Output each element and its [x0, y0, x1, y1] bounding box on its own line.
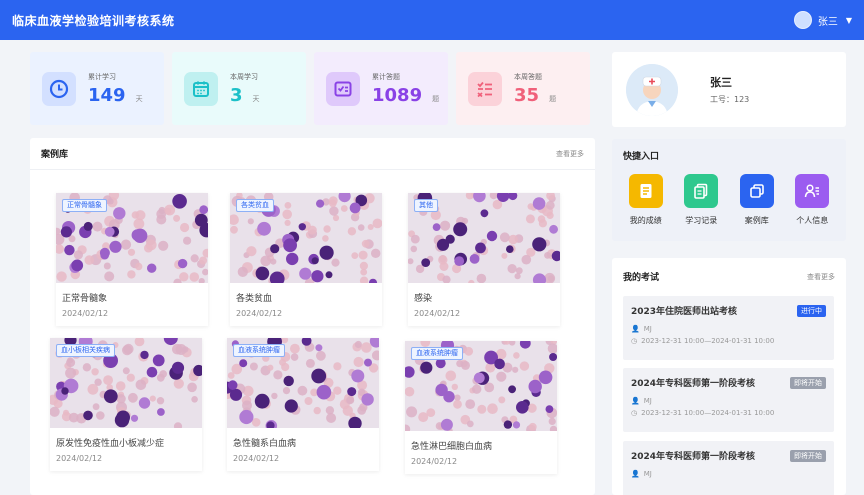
exam-creator: MJ	[643, 325, 652, 333]
exam-creator: MJ	[643, 397, 652, 405]
case-date: 2024/02/12	[414, 309, 461, 318]
case-card[interactable]: 正常骨髓象 正常骨髓象 2024/02/12	[56, 193, 208, 326]
doctor-avatar-icon	[626, 63, 678, 116]
top-bar: 临床血液学检验培训考核系统 张三 ▼	[0, 0, 864, 40]
case-name: 原发性免疫性血小板减少症	[56, 439, 165, 449]
report-icon[interactable]	[628, 174, 663, 208]
quick-personal-info[interactable]: 个人信息	[795, 174, 830, 226]
app-title: 临床血液学检验培训考核系统	[12, 13, 175, 28]
stat-unit: 题	[432, 94, 440, 103]
clock-icon	[42, 71, 76, 106]
exam-item[interactable]: 2024年专科医师第一阶段考核 即将开始 👤 MJ	[623, 441, 834, 495]
exam-item[interactable]: 2023年住院医师出站考核 进行中 👤 MJ ◷ 2023-12-31 10:00—…	[623, 296, 834, 360]
calendar-icon	[184, 71, 218, 106]
case-image: 各类贫血	[230, 193, 382, 283]
case-date: 2024/02/12	[56, 454, 103, 463]
quick-study-records[interactable]: 学习记录	[684, 174, 719, 226]
case-image: 血液系统肿瘤	[405, 341, 557, 431]
view-more-link[interactable]: 查看更多	[807, 272, 835, 282]
library-icon[interactable]	[739, 174, 774, 208]
stat-total-study: 累计学习 149 天	[30, 52, 164, 125]
user-icon: 👤	[631, 470, 640, 478]
case-name: 正常骨髓象	[62, 294, 108, 304]
quick-label: 个人信息	[796, 216, 829, 225]
panel-title: 我的考试	[623, 273, 660, 283]
case-tag: 血小板相关疾病	[56, 344, 115, 357]
case-name: 急性淋巴细胞白血病	[411, 442, 493, 452]
user-menu[interactable]: 张三 ▼	[793, 11, 852, 29]
task-list-icon	[468, 71, 502, 106]
stats-row: 累计学习 149 天 本周学习 3天 累计答题 1089 题 本周答题 35 题	[30, 52, 590, 125]
case-image: 血小板相关疾病	[50, 338, 202, 428]
exam-time: 2023-12-31 10:00—2024-01-31 10:00	[641, 409, 775, 417]
view-more-link[interactable]: 查看更多	[556, 149, 584, 159]
stat-value: 1089	[372, 84, 423, 106]
exam-title: 2024年专科医师第一阶段考核	[631, 379, 756, 389]
stat-label: 累计学习	[88, 72, 116, 81]
panel-title: 快捷入口	[623, 152, 660, 162]
stat-value: 149	[88, 84, 126, 106]
case-card[interactable]: 各类贫血 各类贫血 2024/02/12	[230, 193, 382, 326]
stat-label: 本周学习	[230, 72, 258, 81]
stat-unit: 天	[135, 94, 143, 103]
panel-title: 案例库	[41, 150, 69, 160]
case-card[interactable]: 其他 感染 2024/02/12	[408, 193, 560, 326]
case-image: 血液系统肿瘤	[227, 338, 379, 428]
user-icon: 👤	[631, 325, 640, 333]
case-tag: 各类贫血	[236, 199, 274, 212]
stat-week-study: 本周学习 3天	[172, 52, 306, 125]
case-tag: 血液系统肿瘤	[411, 347, 463, 360]
case-name: 急性髓系白血病	[233, 439, 297, 449]
exam-time: 2023-12-31 10:00—2024-01-31 10:00	[641, 337, 775, 345]
quick-label: 我的成绩	[629, 216, 662, 225]
checklist-icon	[326, 71, 360, 106]
status-badge: 即将开始	[790, 449, 826, 462]
case-card[interactable]: 血液系统肿瘤 急性淋巴细胞白血病 2024/02/12	[405, 341, 557, 474]
stat-label: 累计答题	[372, 72, 400, 81]
exam-creator: MJ	[643, 470, 652, 478]
case-card[interactable]: 血液系统肿瘤 急性髓系白血病 2024/02/12	[227, 338, 379, 471]
exam-title: 2024年专科医师第一阶段考核	[631, 452, 756, 462]
status-badge: 进行中	[797, 304, 826, 317]
stat-value: 35	[514, 84, 540, 106]
profile-name: 张三	[710, 76, 732, 89]
clock-icon: ◷	[631, 409, 638, 417]
quick-case-library[interactable]: 案例库	[739, 174, 774, 226]
stat-unit: 天	[252, 94, 260, 103]
profile-card: 张三 工号：123	[612, 52, 846, 127]
case-image: 正常骨髓象	[56, 193, 208, 283]
quick-label: 学习记录	[685, 216, 718, 225]
stat-total-answers: 累计答题 1089 题	[314, 52, 448, 125]
case-date: 2024/02/12	[62, 309, 109, 318]
exam-item[interactable]: 2024年专科医师第一阶段考核 即将开始 👤 MJ ◷ 2023-12-31 10:…	[623, 368, 834, 432]
stat-label: 本周答题	[514, 72, 542, 81]
case-name: 各类贫血	[236, 294, 273, 304]
case-tag: 其他	[414, 199, 438, 212]
profile-job-id: 工号：123	[710, 95, 750, 104]
case-card[interactable]: 血小板相关疾病 原发性免疫性血小板减少症 2024/02/12	[50, 338, 202, 471]
my-exams-panel: 我的考试 查看更多 2023年住院医师出站考核 进行中 👤 MJ ◷ 2023-12…	[612, 258, 846, 495]
person-info-icon[interactable]	[795, 174, 830, 208]
quick-label: 案例库	[744, 216, 769, 225]
exam-title: 2023年住院医师出站考核	[631, 307, 738, 317]
case-image: 其他	[408, 193, 560, 283]
clock-icon: ◷	[631, 337, 638, 345]
status-badge: 即将开始	[790, 376, 826, 389]
stat-value: 3	[230, 84, 243, 106]
case-date: 2024/02/12	[236, 309, 283, 318]
quick-entry-panel: 快捷入口 我的成绩 学习记录 案例库 个人信息	[612, 139, 846, 241]
case-tag: 正常骨髓象	[62, 199, 107, 212]
stat-unit: 题	[549, 94, 557, 103]
quick-my-scores[interactable]: 我的成绩	[628, 174, 663, 226]
records-icon[interactable]	[684, 174, 719, 208]
case-tag: 血液系统肿瘤	[233, 344, 285, 357]
case-date: 2024/02/12	[233, 454, 280, 463]
stat-week-answers: 本周答题 35 题	[456, 52, 590, 125]
user-name[interactable]: 张三	[818, 13, 838, 28]
user-icon: 👤	[631, 397, 640, 405]
chevron-down-icon[interactable]: ▼	[846, 16, 852, 25]
case-name: 感染	[414, 294, 433, 304]
avatar[interactable]	[793, 11, 812, 29]
case-date: 2024/02/12	[411, 457, 458, 466]
